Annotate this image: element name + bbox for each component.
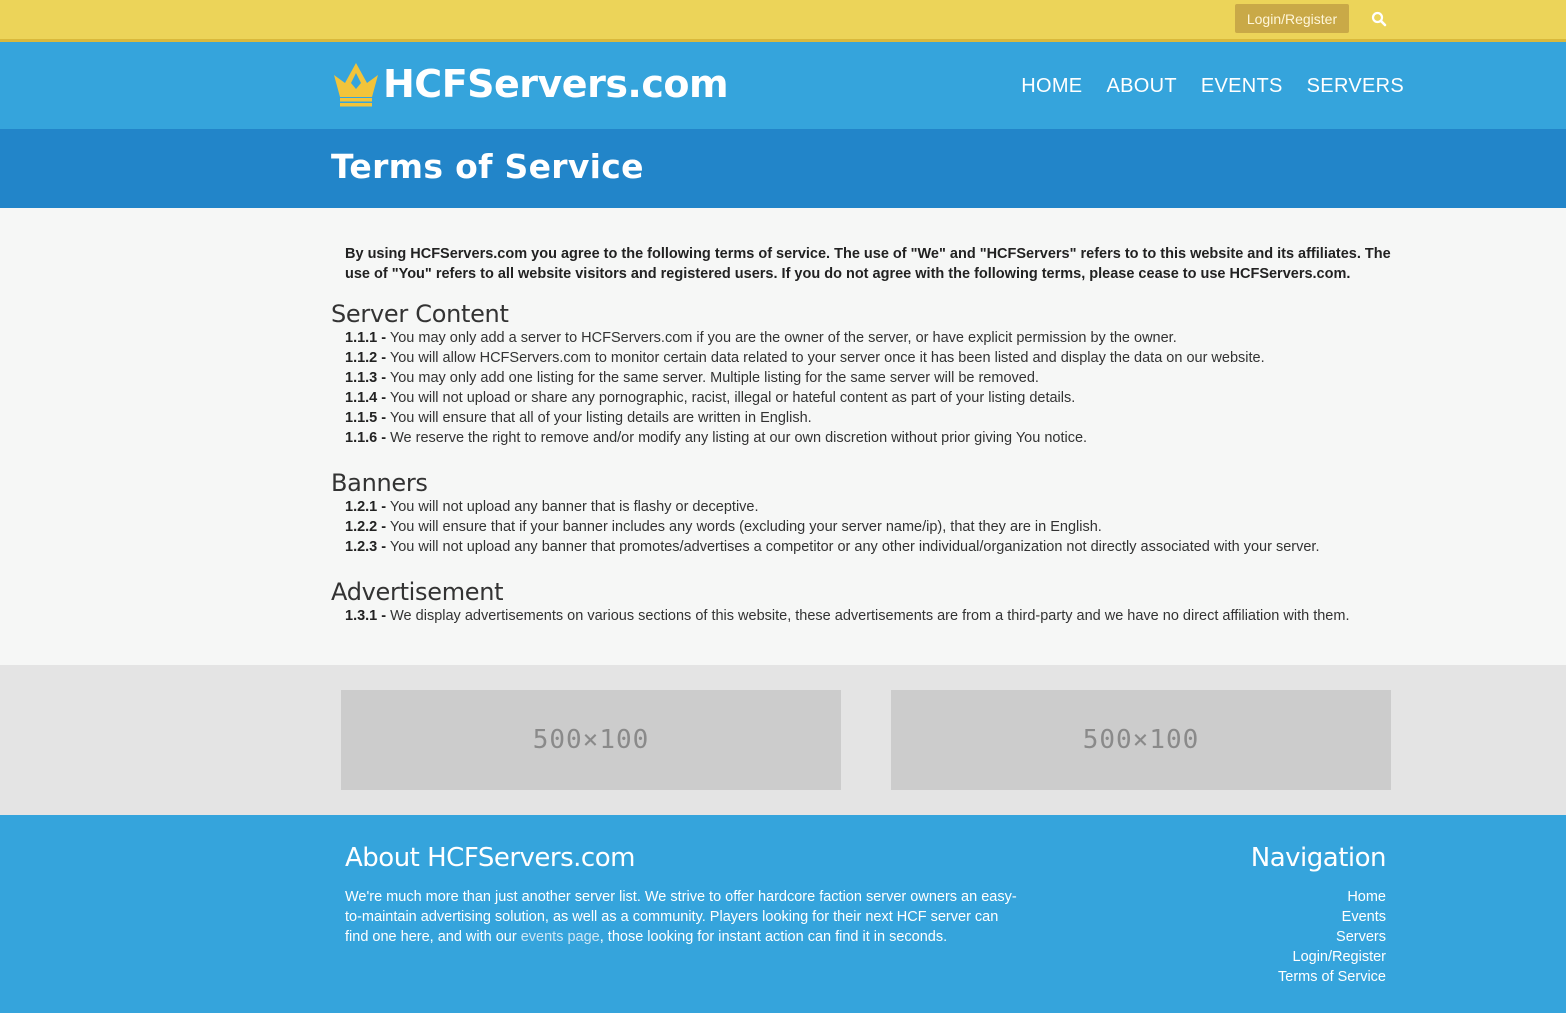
footer-link-events[interactable]: Events <box>1278 907 1386 927</box>
search-icon[interactable] <box>1371 11 1387 27</box>
section-advertisement: Advertisement 1.3.1 - We display adverti… <box>331 578 1411 626</box>
section-server-content: Server Content 1.1.1 - You may only add … <box>331 300 1411 448</box>
site-footer: About HCFServers.com We're much more tha… <box>0 815 1566 1013</box>
ad-placeholder-left[interactable]: 500×100 <box>341 690 841 790</box>
rule-item: 1.1.2 - You will allow HCFServers.com to… <box>345 350 1265 366</box>
section-banners: Banners 1.2.1 - You will not upload any … <box>331 469 1411 557</box>
footer-link-home[interactable]: Home <box>1278 887 1386 907</box>
section-title: Server Content <box>331 300 509 328</box>
section-title: Advertisement <box>331 578 504 606</box>
footer-link-terms[interactable]: Terms of Service <box>1278 967 1386 987</box>
nav-home[interactable]: HOME <box>1021 75 1082 98</box>
nav-events[interactable]: EVENTS <box>1201 75 1283 98</box>
footer-link-login-register[interactable]: Login/Register <box>1278 947 1387 967</box>
footer-about-title: About HCFServers.com <box>345 843 635 873</box>
footer-nav-title: Navigation <box>1250 843 1387 873</box>
events-page-link[interactable]: events page <box>521 929 600 945</box>
rule-item: 1.1.1 - You may only add a server to HCF… <box>345 330 1177 346</box>
nav-about[interactable]: ABOUT <box>1106 75 1176 98</box>
logo-text: HCFServers.com <box>383 62 729 106</box>
ad-placeholder-right[interactable]: 500×100 <box>891 690 1391 790</box>
nav-servers[interactable]: SERVERS <box>1307 75 1404 98</box>
footer-nav: Home Events Servers Login/Register Terms… <box>1278 887 1386 987</box>
section-title: Banners <box>331 469 428 497</box>
footer-link-servers[interactable]: Servers <box>1278 927 1386 947</box>
rule-item: 1.2.3 - You will not upload any banner t… <box>345 539 1320 555</box>
login-register-button[interactable]: Login/Register <box>1235 4 1349 33</box>
crown-icon <box>334 63 378 107</box>
rule-item: 1.1.5 - You will ensure that all of your… <box>345 410 812 426</box>
top-bar: Login/Register <box>0 0 1566 42</box>
site-header: HCFServers.com HOME ABOUT EVENTS SERVERS <box>0 42 1566 129</box>
title-banner: Terms of Service <box>0 129 1566 208</box>
main-nav: HOME ABOUT EVENTS SERVERS <box>1021 75 1404 98</box>
rule-item: 1.2.2 - You will ensure that if your ban… <box>345 519 1102 535</box>
page-title: Terms of Service <box>331 147 644 186</box>
rule-item: 1.2.1 - You will not upload any banner t… <box>345 499 759 515</box>
footer-about-text: We're much more than just another server… <box>345 889 1017 945</box>
site-logo[interactable]: HCFServers.com <box>331 61 729 107</box>
rule-item: 1.1.4 - You will not upload or share any… <box>345 390 1076 406</box>
ad-strip: 500×100 500×100 <box>0 665 1566 815</box>
terms-content: By using HCFServers.com you agree to the… <box>0 208 1566 665</box>
rule-item: 1.1.6 - We reserve the right to remove a… <box>345 430 1088 446</box>
terms-intro: By using HCFServers.com you agree to the… <box>345 246 1391 282</box>
rule-item: 1.3.1 - We display advertisements on var… <box>345 608 1350 624</box>
rule-item: 1.1.3 - You may only add one listing for… <box>345 370 1039 386</box>
